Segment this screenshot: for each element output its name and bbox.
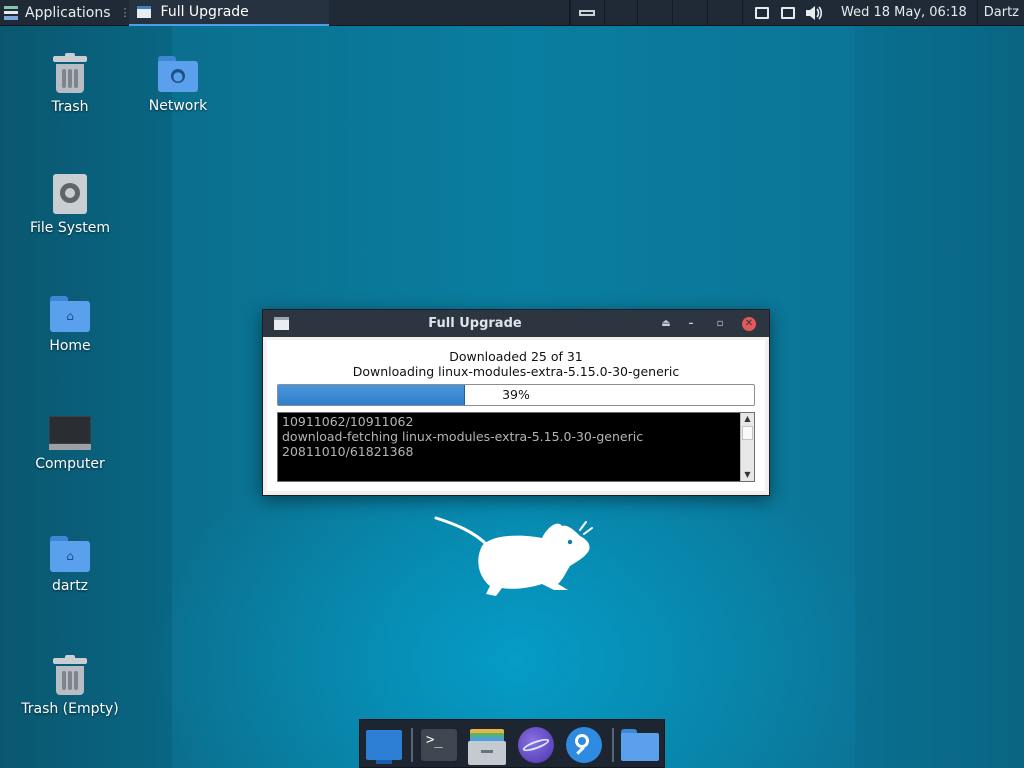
desktop-icon-label: dartz: [51, 578, 89, 594]
desktop-icon-network[interactable]: ● Network: [118, 56, 238, 114]
log-lines: 10911062/10911062 download-fetching linu…: [282, 414, 736, 459]
desktop-icon-file-system[interactable]: File System: [10, 174, 130, 236]
workspace-4[interactable]: [671, 0, 707, 26]
taskbar-window-label: Full Upgrade: [160, 3, 249, 20]
desktop-icon-home[interactable]: ⌂ Home: [10, 296, 130, 354]
trash-icon: [53, 655, 87, 695]
progress-bar: 39%: [277, 384, 755, 406]
window-icon: [136, 5, 151, 18]
top-panel: Applications ⋮ Full Upgrade Wed 18 May, …: [0, 0, 1024, 26]
scroll-down-arrow-icon[interactable]: ▼: [741, 469, 754, 481]
file-manager-icon[interactable]: [468, 729, 506, 765]
log-line: download-fetching linux-modules-extra-5.…: [282, 429, 644, 444]
download-package: Downloading linux-modules-extra-5.15.0-3…: [352, 364, 680, 379]
dialog-titlebar[interactable]: Full Upgrade ⏏ – ▫ ✕: [263, 310, 769, 337]
show-desktop-icon[interactable]: [366, 730, 402, 764]
log-output[interactable]: 10911062/10911062 download-fetching linu…: [277, 412, 755, 482]
dialog-title: Full Upgrade: [428, 316, 522, 331]
computer-icon: [49, 416, 91, 454]
workspace-3[interactable]: [636, 0, 672, 26]
applications-menu-icon: [4, 5, 18, 20]
desktop-icon-label: Network: [148, 98, 208, 114]
terminal-icon[interactable]: >_: [421, 729, 457, 761]
desktop-icon-label: Trash: [51, 99, 89, 115]
web-browser-icon[interactable]: [518, 727, 554, 763]
network-folder-icon: ●: [158, 56, 198, 92]
progress-label: 39%: [502, 387, 530, 402]
desktop-icon-label: Trash (Empty): [21, 701, 119, 717]
applications-menu[interactable]: Applications: [0, 0, 117, 26]
clock[interactable]: Wed 18 May, 06:18: [827, 5, 977, 20]
full-upgrade-dialog: Full Upgrade ⏏ – ▫ ✕ Downloaded 25 of 31…: [262, 309, 770, 496]
scroll-thumb[interactable]: [742, 426, 753, 440]
user-menu[interactable]: Dartz: [976, 0, 1024, 26]
panel-separator: [706, 0, 742, 26]
home-folder-icon: ⌂: [50, 296, 90, 332]
maximize-button[interactable]: ▫: [713, 317, 727, 331]
desktop-icon-label: Computer: [35, 456, 105, 472]
minimize-button[interactable]: –: [684, 317, 698, 331]
log-scrollbar[interactable]: ▲ ▼: [740, 413, 754, 481]
desktop-icon-trash[interactable]: Trash: [10, 53, 130, 115]
user-folder-icon: ⌂: [50, 536, 90, 572]
log-line: 10911062/10911062: [282, 414, 414, 429]
scroll-up-arrow-icon[interactable]: ▲: [741, 413, 754, 425]
workspace-1-icon: [579, 9, 596, 16]
folder-icon[interactable]: [621, 729, 659, 761]
dialog-content: Downloaded 25 of 31 Downloading linux-mo…: [267, 340, 765, 491]
taskbar-window-full-upgrade[interactable]: Full Upgrade: [128, 0, 329, 26]
log-line: 20811010/61821368: [282, 444, 414, 459]
system-tray: Wed 18 May, 06:18: [741, 0, 977, 26]
volume-icon[interactable]: [805, 5, 823, 21]
dock-separator: [411, 728, 413, 762]
applications-label: Applications: [25, 4, 111, 21]
desktop-icon-label: Home: [49, 338, 91, 354]
desktop-icon-dartz[interactable]: ⌂ dartz: [10, 536, 130, 594]
xfce-mouse-logo: [434, 516, 593, 596]
desktop-icon-trash-empty[interactable]: Trash (Empty): [10, 655, 130, 717]
dock: >_: [359, 719, 665, 768]
workspace-2[interactable]: [603, 0, 637, 26]
shade-button[interactable]: ⏏: [659, 317, 673, 331]
desktop-icon-computer[interactable]: Computer: [10, 416, 130, 472]
download-count: Downloaded 25 of 31: [449, 349, 583, 364]
update-tray-icon[interactable]: [780, 6, 795, 19]
workspace-switcher[interactable]: [569, 0, 604, 26]
desktop-shade-right: [855, 26, 1024, 768]
search-icon[interactable]: [566, 727, 602, 763]
desktop-icon-label: File System: [29, 220, 111, 236]
panel-handle-icon: ⋮: [119, 5, 131, 19]
network-tray-icon[interactable]: [754, 6, 769, 19]
trash-icon: [53, 53, 87, 93]
dock-separator: [612, 728, 614, 762]
filesystem-icon: [53, 174, 87, 214]
close-button[interactable]: ✕: [742, 317, 756, 331]
